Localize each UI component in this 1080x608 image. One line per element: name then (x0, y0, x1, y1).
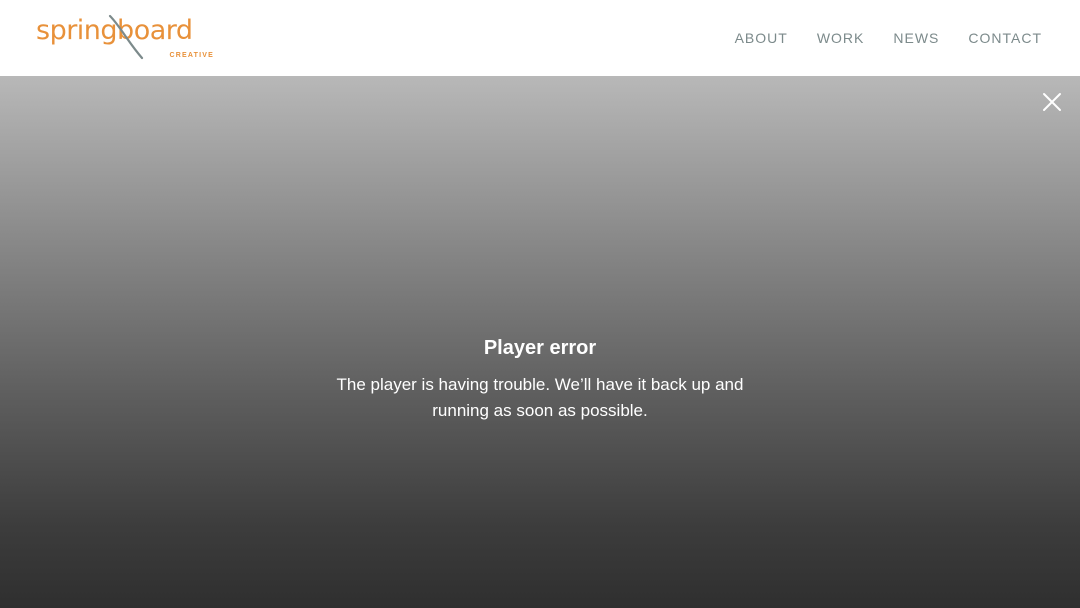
nav-about[interactable]: ABOUT (735, 30, 788, 46)
main-nav: ABOUT WORK NEWS CONTACT (706, 0, 1042, 76)
nav-news[interactable]: NEWS (893, 30, 939, 46)
video-player: Player error The player is having troubl… (0, 76, 1080, 608)
close-icon (1043, 93, 1061, 111)
nav-contact[interactable]: CONTACT (968, 30, 1042, 46)
site-header: springboard CREATIVE ABOUT WORK NEWS CON… (0, 0, 1080, 76)
player-error: Player error The player is having troubl… (290, 334, 790, 424)
springboard-logo[interactable]: springboard CREATIVE (36, 12, 226, 64)
error-title: Player error (483, 337, 597, 359)
nav-work[interactable]: WORK (817, 30, 865, 46)
close-button[interactable] (1040, 90, 1064, 114)
logo-slash-icon (108, 14, 144, 60)
logo-subtitle: CREATIVE (169, 52, 214, 59)
error-message: The player is having trouble. We’ll have… (336, 375, 744, 420)
